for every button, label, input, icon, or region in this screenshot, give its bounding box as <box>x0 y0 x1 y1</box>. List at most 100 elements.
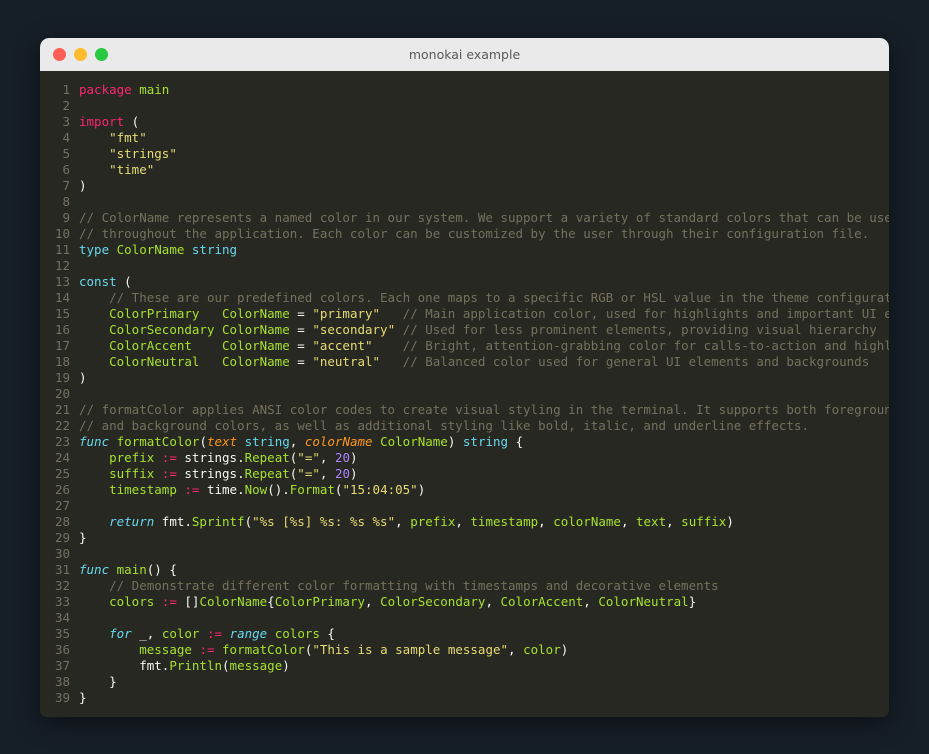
code-token: ( <box>116 274 132 289</box>
line-content: message := formatColor("This is a sample… <box>79 642 568 658</box>
code-token: "secondary" <box>312 322 396 337</box>
code-token: func <box>79 434 110 449</box>
line-number: 7 <box>62 178 70 193</box>
maximize-button[interactable] <box>95 48 108 61</box>
code-line: 24 prefix := strings.Repeat("=", 20) <box>40 450 889 466</box>
line-number: 39 <box>54 690 70 705</box>
code-token: ( <box>199 434 207 449</box>
code-token: ) <box>282 658 290 673</box>
code-token: color <box>523 642 561 657</box>
code-line: 10 // throughout the application. Each co… <box>40 226 889 242</box>
code-token: Repeat <box>244 450 290 465</box>
line-number: 34 <box>54 610 70 625</box>
code-token: ) <box>726 514 734 529</box>
line-number: 17 <box>54 338 70 353</box>
code-token: string <box>191 242 238 257</box>
line-number: 15 <box>54 306 70 321</box>
code-token: const <box>79 274 117 289</box>
code-token: "fmt" <box>109 130 147 145</box>
code-token: { <box>508 434 524 449</box>
line-content: ColorPrimary ColorName = "primary" // Ma… <box>79 306 889 322</box>
code-token: "=" <box>297 466 320 481</box>
code-token: := <box>206 626 223 641</box>
code-token: "neutral" <box>312 354 381 369</box>
code-token: . <box>237 466 245 481</box>
code-token: string <box>244 434 290 449</box>
code-token: "This is a sample message" <box>312 642 509 657</box>
code-token: . <box>237 450 245 465</box>
code-line: 29} <box>40 530 889 546</box>
line-content: const ( <box>79 274 132 290</box>
line-number: 9 <box>62 210 70 225</box>
code-token: ( <box>124 114 140 129</box>
line-number: 32 <box>54 578 70 593</box>
code-token: () { <box>146 562 177 577</box>
code-token: prefix <box>410 514 456 529</box>
line-number: 23 <box>54 434 70 449</box>
code-line: 22 // and background colors, as well as a… <box>40 418 889 434</box>
code-token: strings <box>184 450 238 465</box>
code-token: suffix <box>681 514 727 529</box>
line-number: 8 <box>62 194 70 209</box>
line-content: return fmt.Sprintf("%s [%s] %s: %s %s", … <box>79 514 734 530</box>
code-line: 9 // ColorName represents a named color i… <box>40 210 889 226</box>
line-content: "fmt" <box>79 130 147 146</box>
code-token: // ColorName represents a named color in… <box>79 210 889 225</box>
code-token: ColorName <box>222 322 290 337</box>
code-token: , <box>455 514 471 529</box>
minimize-button[interactable] <box>74 48 87 61</box>
line-content: func formatColor(text string, colorName … <box>79 434 523 450</box>
code-token: 20 <box>334 450 350 465</box>
code-token: time <box>206 482 238 497</box>
line-content: "time" <box>79 162 154 178</box>
code-token: package <box>79 82 132 97</box>
line-number: 30 <box>54 546 70 561</box>
code-token: , <box>666 514 682 529</box>
close-button[interactable] <box>53 48 66 61</box>
line-content: ColorNeutral ColorName = "neutral" // Ba… <box>79 354 869 370</box>
window-titlebar[interactable]: monokai example <box>40 38 889 71</box>
code-token: import <box>79 114 125 129</box>
code-token: = <box>289 306 313 321</box>
line-content: package main <box>79 82 169 98</box>
code-line: 38 } <box>40 674 889 690</box>
line-number: 27 <box>54 498 70 513</box>
code-line: 2 <box>40 98 889 114</box>
line-number: 10 <box>54 226 70 241</box>
line-number: 19 <box>54 370 70 385</box>
code-token: 20 <box>334 466 350 481</box>
line-content: type ColorName string <box>79 242 237 258</box>
code-token: , <box>319 450 335 465</box>
code-token: "primary" <box>312 306 381 321</box>
code-editor-viewport[interactable]: 1 package main 2 3 import (4 "fmt" 5 "strings… <box>40 71 889 717</box>
code-token: Now <box>244 482 268 497</box>
code-line: 1 package main <box>40 82 889 98</box>
line-content: } <box>79 530 87 546</box>
line-number: 29 <box>54 530 70 545</box>
line-number: 35 <box>54 626 70 641</box>
line-content: ColorAccent ColorName = "accent" // Brig… <box>79 338 889 354</box>
line-content: import ( <box>79 114 139 130</box>
code-token: // Demonstrate different color formattin… <box>109 578 719 593</box>
code-line: 18 ColorNeutral ColorName = "neutral" //… <box>40 354 889 370</box>
line-number: 12 <box>54 258 70 273</box>
code-token: ) <box>350 450 358 465</box>
code-token: _ <box>139 626 147 641</box>
code-token: ColorNeutral <box>598 594 689 609</box>
code-token: ColorAccent <box>109 338 192 353</box>
code-token: formatColor <box>116 434 200 449</box>
code-token: func <box>79 562 110 577</box>
traffic-light-controls <box>40 48 108 61</box>
